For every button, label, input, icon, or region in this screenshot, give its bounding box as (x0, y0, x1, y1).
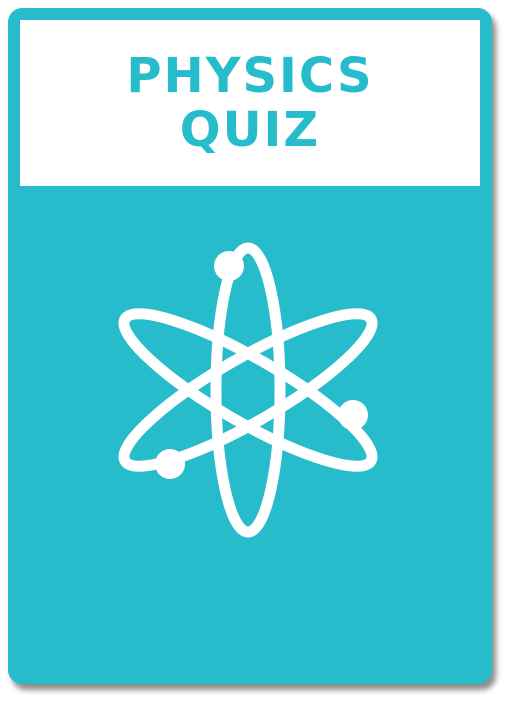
card-header: PHYSICS QUIZ (20, 20, 480, 186)
orbit-vertical (210, 242, 286, 538)
title-line-physics: PHYSICS (126, 48, 374, 104)
orbit-diagonal-a (118, 308, 378, 472)
orbit-diagonal-b (118, 308, 378, 472)
atom-icon (98, 228, 398, 548)
quiz-card[interactable]: PHYSICS QUIZ (8, 8, 492, 684)
electron-right (338, 400, 368, 430)
electron-left (155, 449, 185, 479)
card-title: PHYSICS QUIZ (126, 49, 373, 157)
title-line-quiz: QUIZ (179, 102, 321, 158)
electron-top (214, 251, 244, 281)
